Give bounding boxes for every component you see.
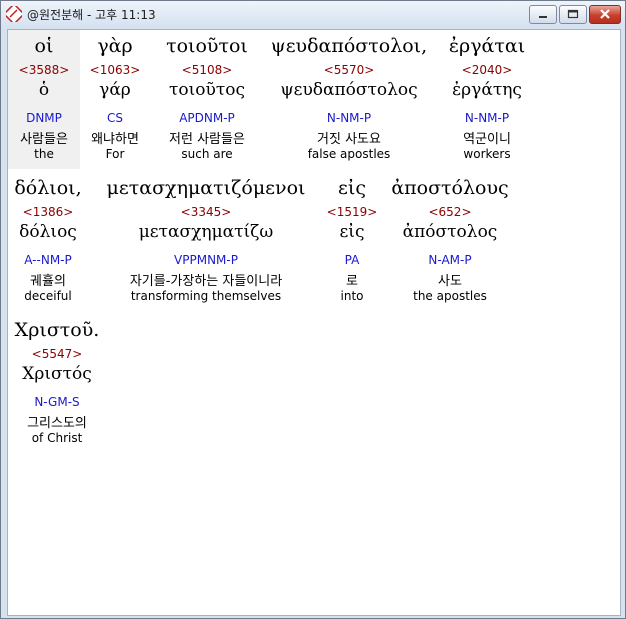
lemma: γάρ <box>99 80 131 100</box>
greek-word: δόλιοι, <box>14 177 82 199</box>
app-icon <box>6 6 22 22</box>
strong-number: <1063> <box>89 63 141 77</box>
strong-number: <1519> <box>326 205 378 219</box>
parsing-code: VPPMNM-P <box>174 253 238 267</box>
parsing-code: CS <box>107 111 123 125</box>
greek-word: γὰρ <box>97 35 133 57</box>
strong-number: <5547> <box>31 347 83 361</box>
english-gloss: the <box>34 147 54 161</box>
english-gloss: deceiful <box>24 289 72 303</box>
greek-word: εἰς <box>338 177 366 199</box>
english-gloss: workers <box>463 147 511 161</box>
english-gloss: of Christ <box>31 431 83 445</box>
greek-word: ψευδαπόστολοι, <box>270 35 428 57</box>
lemma: Χριστός <box>22 364 92 384</box>
korean-gloss: 궤휼의 <box>30 274 66 289</box>
lemma: ἐργάτης <box>452 80 522 100</box>
korean-gloss: 로 <box>346 274 358 289</box>
english-gloss: the apostles <box>413 289 487 303</box>
strong-number: <3345> <box>180 205 232 219</box>
app-window: @원전분해 - 고후 11:13 οἱ <3588> ὁ DNMP 사람들은 t… <box>0 0 626 619</box>
greek-word: Χριστοῦ. <box>14 319 100 341</box>
parsing-code: N-GM-S <box>34 395 80 409</box>
english-gloss: false apostles <box>307 147 391 161</box>
strong-number: <1386> <box>22 205 74 219</box>
greek-word: ἐργάται <box>448 35 526 57</box>
lemma: ἀπόστολος <box>402 222 498 242</box>
minimize-icon <box>539 16 547 18</box>
strong-number: <5570> <box>323 63 375 77</box>
greek-word: οἱ <box>34 35 54 57</box>
strong-number: <5108> <box>181 63 233 77</box>
korean-gloss: 사람들은 <box>20 132 68 147</box>
parsing-code: A--NM-P <box>24 253 72 267</box>
lemma: ὁ <box>38 80 50 100</box>
interlinear-view: οἱ <3588> ὁ DNMP 사람들은 the γὰρ <1063> γάρ… <box>7 29 621 616</box>
minimize-button[interactable] <box>529 5 557 24</box>
lemma: δόλιος <box>19 222 77 242</box>
greek-word: μετασχηματιζόμενοι <box>106 177 306 199</box>
parsing-code: N-AM-P <box>428 253 472 267</box>
lemma: ψευδαπόστολος <box>280 80 418 100</box>
korean-gloss: 저런 사람들은 <box>169 132 245 147</box>
english-gloss: into <box>340 289 364 303</box>
greek-word: τοιοῦτοι <box>166 35 248 57</box>
maximize-button[interactable] <box>559 5 587 24</box>
parsing-code: PA <box>344 253 360 267</box>
maximize-icon <box>567 9 579 19</box>
lemma: τοιοῦτος <box>168 80 246 100</box>
korean-gloss: 왜냐하면 <box>91 132 139 147</box>
greek-word: ἀποστόλους <box>391 177 509 199</box>
korean-gloss: 사도 <box>438 274 462 289</box>
korean-gloss: 자기를-가장하는 자들이니라 <box>129 274 283 289</box>
english-gloss: For <box>105 147 125 161</box>
parsing-code: N-NM-P <box>326 111 372 125</box>
window-title: @원전분해 - 고후 11:13 <box>27 8 156 22</box>
parsing-code: N-NM-P <box>464 111 510 125</box>
lemma: εἰς <box>339 222 365 242</box>
strong-number: <3588> <box>18 63 70 77</box>
english-gloss: transforming themselves <box>130 289 282 303</box>
parsing-code: APDNM-P <box>179 111 235 125</box>
close-icon <box>600 9 610 19</box>
korean-gloss: 그리스도의 <box>27 416 87 431</box>
strong-number: <2040> <box>461 63 513 77</box>
title-bar[interactable]: @원전분해 - 고후 11:13 <box>1 1 625 27</box>
strong-number: <652> <box>428 205 472 219</box>
korean-gloss: 거짓 사도요 <box>317 132 381 147</box>
close-button[interactable] <box>589 5 621 24</box>
english-gloss: such are <box>181 147 233 161</box>
parsing-code: DNMP <box>26 111 62 125</box>
korean-gloss: 역군이니 <box>463 132 511 147</box>
lemma: μετασχηματίζω <box>138 222 274 242</box>
